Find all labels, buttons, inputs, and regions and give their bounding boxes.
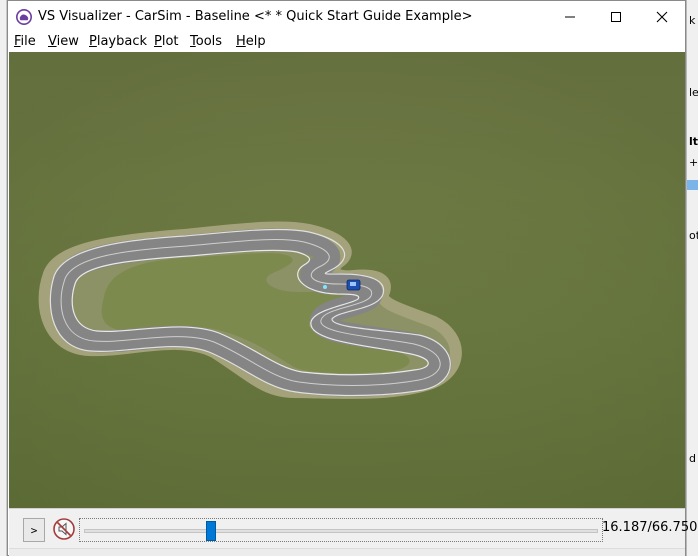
track-scene [9, 52, 685, 508]
mute-sound-icon[interactable] [52, 517, 76, 541]
background-window-right-edge: k le lt + ot d [686, 0, 698, 556]
minimize-icon [565, 16, 575, 17]
bg-fragment-6: d [689, 452, 696, 465]
maximize-button[interactable] [593, 1, 639, 32]
bg-fragment-1: k [689, 14, 696, 27]
menu-help[interactable]: Help [236, 34, 266, 49]
time-slider-thumb[interactable] [206, 521, 217, 541]
minimize-button[interactable] [547, 1, 593, 32]
time-slider[interactable] [79, 518, 603, 542]
vs-visualizer-window: VS Visualizer - CarSim - Baseline <* * Q… [7, 0, 697, 556]
bg-fragment-5: ot [689, 229, 698, 242]
menu-file[interactable]: File [14, 34, 36, 49]
vs-visualizer-app-icon [16, 9, 32, 25]
window-bottom-edge [9, 548, 685, 556]
car-icon [346, 279, 361, 291]
bg-fragment-3: lt [689, 135, 698, 148]
window-title: VS Visualizer - CarSim - Baseline <* * Q… [38, 9, 473, 24]
background-window-left-edge [0, 0, 7, 556]
bg-selection-strip [687, 180, 698, 190]
close-icon [656, 11, 668, 22]
desktop: k le lt + ot d VS Visualizer - CarSim - … [0, 0, 698, 556]
playback-control-bar: > 16.187/66.750 [9, 508, 697, 548]
bg-fragment-2: le [689, 86, 698, 99]
maximize-icon [611, 11, 621, 22]
3d-animation-viewport[interactable] [9, 52, 685, 508]
menu-playback[interactable]: Playback [89, 34, 147, 49]
menu-bar: File View Playback Plot Tools Help [8, 32, 685, 52]
target-marker [323, 285, 327, 289]
play-button[interactable]: > [23, 518, 45, 542]
bg-fragment-4: + [689, 156, 698, 169]
time-slider-track [84, 529, 598, 533]
title-bar[interactable]: VS Visualizer - CarSim - Baseline <* * Q… [8, 1, 685, 32]
menu-view[interactable]: View [48, 34, 79, 49]
menu-tools[interactable]: Tools [190, 34, 222, 49]
close-button[interactable] [639, 1, 685, 32]
menu-plot[interactable]: Plot [154, 34, 179, 49]
time-readout: 16.187/66.750 [602, 520, 698, 535]
